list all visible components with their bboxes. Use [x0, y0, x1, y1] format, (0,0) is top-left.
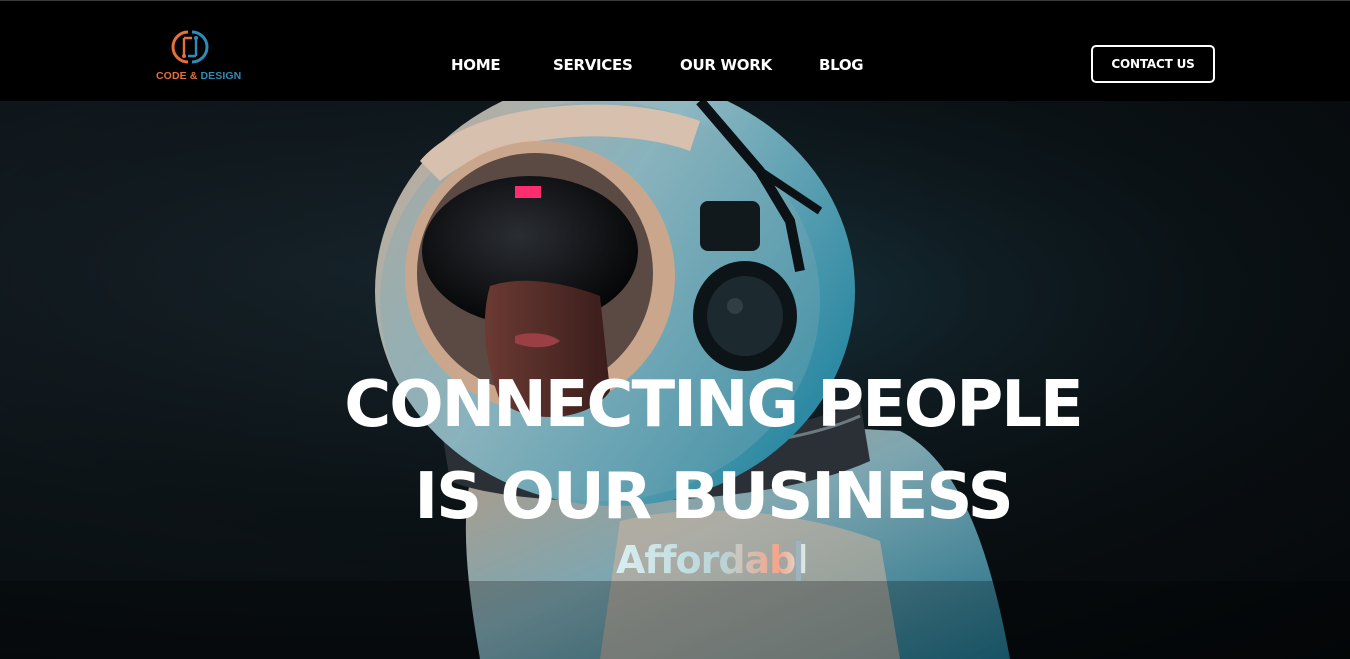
code-design-logo-icon: [171, 30, 209, 64]
brand-logo[interactable]: CODE & DESIGN: [154, 26, 242, 86]
nav-blog[interactable]: BLOG: [819, 56, 864, 74]
brand-name-code: CODE &: [156, 70, 198, 82]
hero-section: CONNECTING PEOPLE IS OUR BUSINESS Afford…: [0, 101, 1350, 659]
nav-home[interactable]: HOME: [451, 56, 501, 74]
brand-name-design: DESIGN: [200, 70, 242, 82]
hero-headline-line-2: IS OUR BUSINESS: [414, 460, 1013, 534]
typing-cursor: [796, 541, 801, 581]
nav-our-work[interactable]: OUR WORK: [680, 56, 772, 74]
brand-name: CODE & DESIGN: [156, 70, 242, 82]
nav-services[interactable]: SERVICES: [553, 56, 633, 74]
contact-us-button[interactable]: CONTACT US: [1091, 45, 1215, 83]
top-navbar: CODE & DESIGN HOME SERVICES OUR WORK BLO…: [0, 0, 1350, 101]
hero-headline-line-1: CONNECTING PEOPLE: [344, 368, 1083, 442]
hero-typed-text: Affordabl: [616, 538, 808, 582]
